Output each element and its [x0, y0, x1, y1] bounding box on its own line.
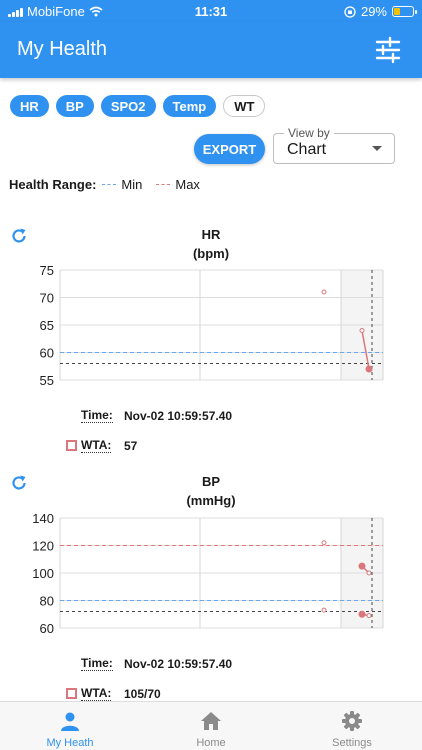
export-button[interactable]: EXPORT: [194, 134, 265, 164]
y-tick-label: 60: [40, 346, 54, 361]
hr-tooltip-value: 57: [124, 439, 138, 453]
app-bar: My Health: [0, 22, 422, 78]
nav-my-health[interactable]: My Heath: [0, 702, 140, 750]
bp-chart[interactable]: 140 120 100 80 60: [0, 508, 422, 638]
battery-percent: 29%: [360, 4, 387, 19]
y-tick-label: 75: [40, 263, 54, 278]
tab-spo2[interactable]: SPO2: [100, 95, 156, 117]
data-point: [366, 570, 372, 576]
y-tick-label: 60: [40, 621, 54, 636]
min-label: Min: [121, 177, 143, 192]
bp-tooltip-time-label: Time:: [81, 656, 113, 671]
person-icon: [61, 712, 79, 731]
y-tick-label: 120: [32, 539, 54, 554]
view-by-value: Chart: [287, 141, 327, 158]
y-tick-label: 140: [32, 511, 54, 526]
data-point: [359, 328, 365, 333]
y-tick-label: 65: [40, 318, 54, 333]
nav-home-label: Home: [196, 737, 226, 749]
bp-tooltip-time: Nov-02 10:59:57.40: [124, 657, 233, 671]
data-point: [366, 613, 372, 619]
nav-settings-label: Settings: [332, 737, 372, 749]
sliders-icon[interactable]: [374, 36, 402, 64]
data-point: [321, 607, 327, 613]
bp-chart-title: BP: [201, 474, 221, 489]
hr-tooltip-time-label: Time:: [81, 408, 113, 423]
bp-tooltip-value: 105/70: [124, 687, 161, 701]
metric-tabs: HR BP SPO2 Temp WT: [10, 95, 266, 117]
view-by-select[interactable]: View by Chart: [273, 126, 395, 164]
y-tick-label: 55: [40, 373, 54, 388]
data-point: [358, 562, 366, 570]
min-line-swatch: [102, 184, 117, 185]
home-icon: [201, 712, 221, 730]
data-point: [365, 365, 373, 373]
view-by-label: View by: [284, 126, 334, 140]
hr-series-swatch: [66, 440, 77, 451]
tab-hr[interactable]: HR: [10, 95, 49, 117]
caret-down-icon: [372, 146, 382, 151]
y-tick-label: 100: [32, 566, 54, 581]
y-tick-label: 70: [40, 291, 54, 306]
nav-settings[interactable]: Settings: [282, 702, 422, 750]
gear-icon: [342, 711, 362, 731]
y-tick-label: 80: [40, 594, 54, 609]
max-line-swatch: [156, 184, 171, 185]
bottom-nav: My Heath Home Settings: [0, 701, 422, 750]
status-bar: MobiFone 11:31 29%: [0, 0, 422, 22]
status-right: 29%: [344, 4, 417, 19]
data-point: [321, 540, 327, 546]
battery-icon: [392, 6, 417, 17]
hr-chart-title: HR: [201, 227, 221, 242]
tab-bp[interactable]: BP: [55, 95, 94, 117]
page-title: My Health: [17, 38, 108, 60]
tab-temp[interactable]: Temp: [162, 95, 217, 117]
bp-chart-unit: (mmHg): [186, 493, 236, 508]
health-range-legend: Health Range: Min Max: [9, 177, 200, 192]
health-range-title: Health Range:: [9, 177, 97, 192]
bp-tooltip-series-label: WTA:: [81, 686, 112, 701]
hr-tooltip-time: Nov-02 10:59:57.40: [124, 409, 233, 423]
max-label: Max: [175, 177, 200, 192]
data-point: [358, 610, 366, 618]
nav-my-health-label: My Heath: [46, 737, 94, 749]
hr-tooltip-series-label: WTA:: [81, 438, 112, 453]
orientation-lock-icon: [344, 5, 356, 18]
hr-chart[interactable]: 75 70 65 60 55: [0, 258, 422, 393]
bp-series-swatch: [66, 688, 77, 699]
nav-home[interactable]: Home: [141, 702, 281, 750]
tab-wt[interactable]: WT: [223, 95, 266, 117]
data-point: [321, 289, 327, 295]
